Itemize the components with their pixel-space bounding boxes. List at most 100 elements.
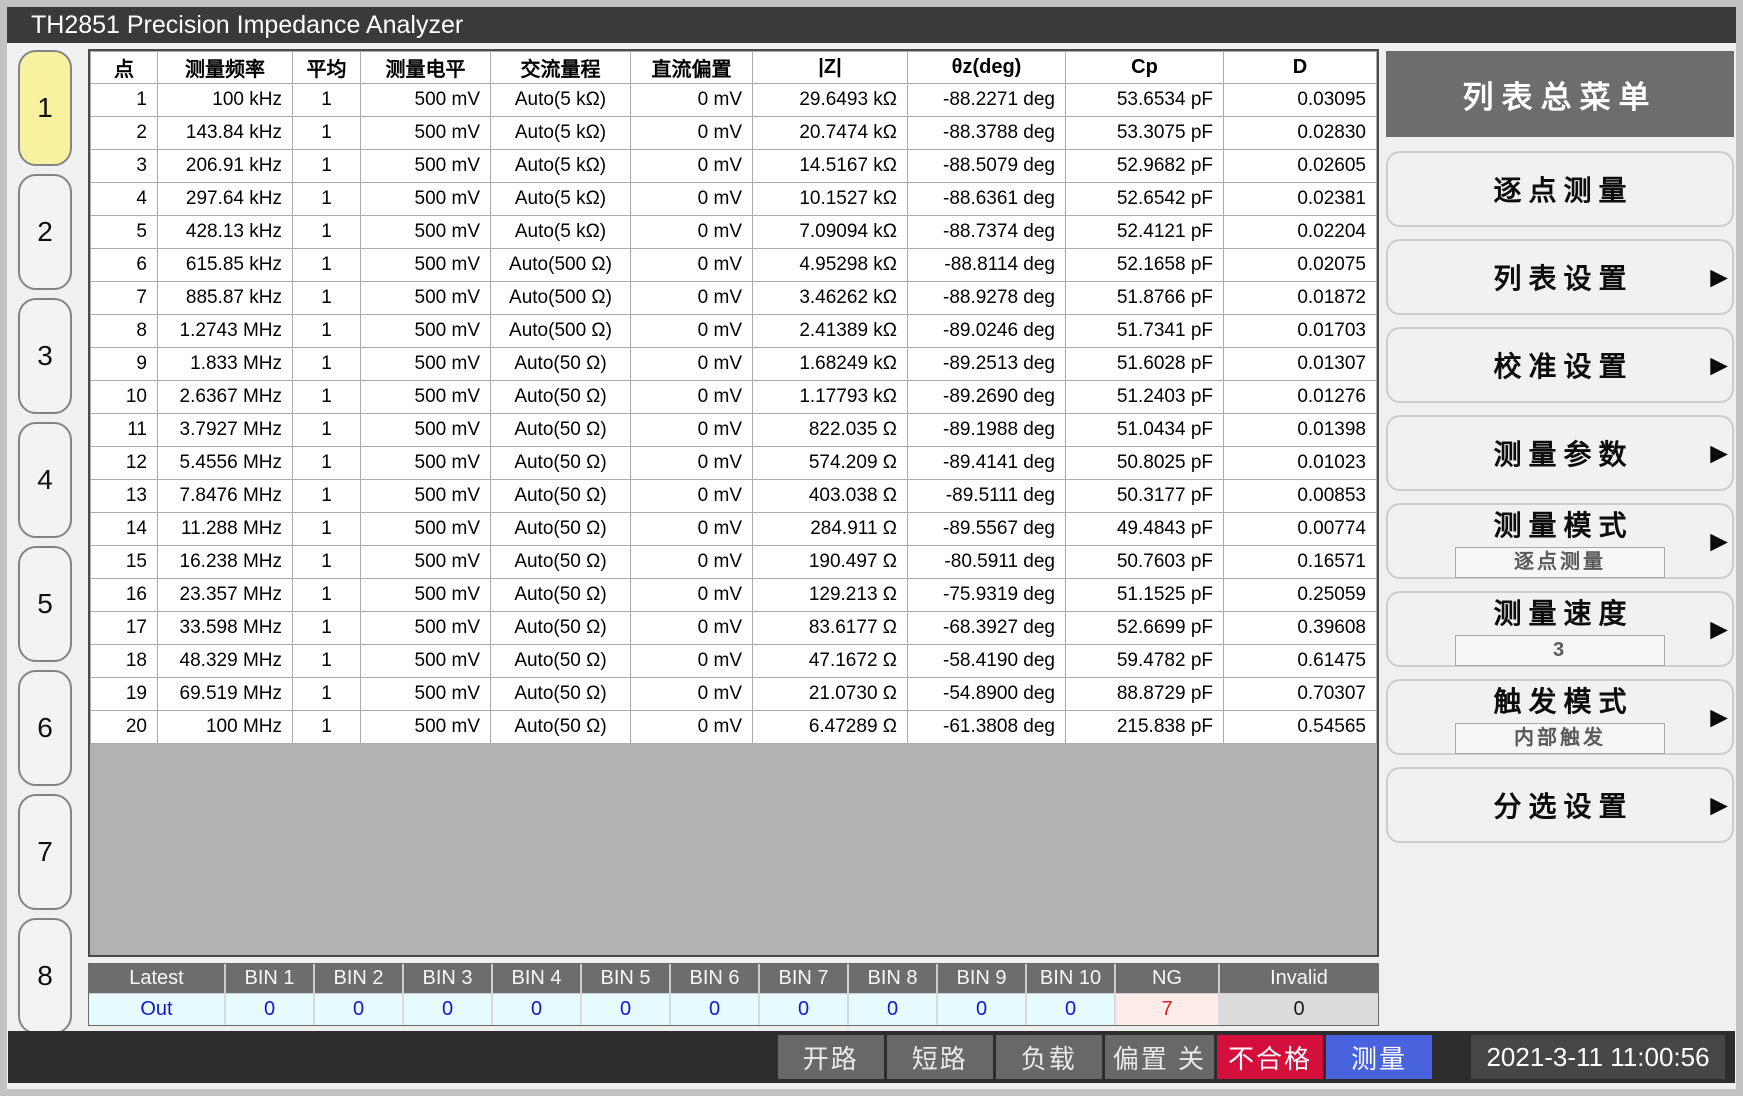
data-cell: 14.5167 kΩ — [753, 150, 908, 183]
data-cell: 50.8025 pF — [1066, 447, 1224, 480]
status-load-correction-button[interactable]: 负载 — [996, 1035, 1102, 1079]
arrow-right-icon: ▶ — [1710, 440, 1728, 467]
data-cell: 0.16571 — [1224, 546, 1377, 579]
table-row: 20100 MHz1500 mVAuto(50 Ω)0 mV6.47289 Ω-… — [91, 711, 1377, 744]
data-cell: 822.035 Ω — [753, 414, 908, 447]
data-cell: -89.1988 deg — [908, 414, 1066, 447]
point-cell[interactable]: 17 — [91, 612, 158, 645]
data-cell: 190.497 Ω — [753, 546, 908, 579]
data-cell: -88.9278 deg — [908, 282, 1066, 315]
menu-trigger-mode-button[interactable]: 触发模式内部触发▶ — [1386, 679, 1734, 755]
data-cell: 0 mV — [631, 84, 753, 117]
bin-header: NG — [1115, 964, 1219, 994]
menu-list-setup-button[interactable]: 列表设置▶ — [1386, 239, 1734, 315]
point-cell[interactable]: 1 — [91, 84, 158, 117]
data-cell: 4.95298 kΩ — [753, 249, 908, 282]
menu-label: 分选设置 — [1486, 785, 1633, 825]
bin-header: BIN 8 — [848, 964, 937, 994]
status-measure-button[interactable]: 测量 — [1326, 1035, 1432, 1079]
data-cell: Auto(50 Ω) — [491, 546, 631, 579]
menu-label: 测量模式 — [1486, 504, 1633, 544]
menu-meas-speed-button[interactable]: 测量速度3▶ — [1386, 591, 1734, 667]
column-header: |Z| — [753, 52, 908, 84]
point-cell[interactable]: 20 — [91, 711, 158, 744]
point-cell[interactable]: 8 — [91, 315, 158, 348]
data-cell: Auto(50 Ω) — [491, 348, 631, 381]
data-cell: 1 — [293, 183, 361, 216]
point-cell[interactable]: 16 — [91, 579, 158, 612]
bin-header: BIN 7 — [759, 964, 848, 994]
data-cell: 0.01023 — [1224, 447, 1377, 480]
data-cell: 0.01398 — [1224, 414, 1377, 447]
point-cell[interactable]: 12 — [91, 447, 158, 480]
data-cell: 1 — [293, 348, 361, 381]
table-row: 1733.598 MHz1500 mVAuto(50 Ω)0 mV83.6177… — [91, 612, 1377, 645]
bin-header: BIN 9 — [937, 964, 1026, 994]
page-tab-7[interactable]: 7 — [18, 794, 72, 910]
status-open-correction-button[interactable]: 开路 — [778, 1035, 884, 1079]
point-cell[interactable]: 10 — [91, 381, 158, 414]
page-tab-column: 12345678 — [11, 43, 85, 1042]
data-cell: 500 mV — [361, 249, 491, 282]
data-cell: 500 mV — [361, 414, 491, 447]
data-cell: 500 mV — [361, 447, 491, 480]
page-tab-8[interactable]: 8 — [18, 918, 72, 1034]
bin-value: 0 — [848, 994, 937, 1026]
data-cell: Auto(50 Ω) — [491, 414, 631, 447]
data-cell: 7.8476 MHz — [158, 480, 293, 513]
data-cell: 11.288 MHz — [158, 513, 293, 546]
data-cell: 215.838 pF — [1066, 711, 1224, 744]
page-tab-1[interactable]: 1 — [18, 50, 72, 166]
data-cell: 83.6177 Ω — [753, 612, 908, 645]
page-tab-4[interactable]: 4 — [18, 422, 72, 538]
data-cell: -89.2690 deg — [908, 381, 1066, 414]
point-cell[interactable]: 7 — [91, 282, 158, 315]
page-tab-2[interactable]: 2 — [18, 174, 72, 290]
data-cell: Auto(5 kΩ) — [491, 183, 631, 216]
point-cell[interactable]: 9 — [91, 348, 158, 381]
data-cell: -89.2513 deg — [908, 348, 1066, 381]
status-bias-off-button[interactable]: 偏置 关 — [1105, 1035, 1214, 1079]
menu-point-measure-button[interactable]: 逐点测量 — [1386, 151, 1734, 227]
point-cell[interactable]: 2 — [91, 117, 158, 150]
point-cell[interactable]: 15 — [91, 546, 158, 579]
column-header: 交流量程 — [491, 52, 631, 84]
point-cell[interactable]: 11 — [91, 414, 158, 447]
data-cell: 50.7603 pF — [1066, 546, 1224, 579]
page-tab-6[interactable]: 6 — [18, 670, 72, 786]
data-cell: 0.54565 — [1224, 711, 1377, 744]
data-cell: 51.2403 pF — [1066, 381, 1224, 414]
measurement-table-region: 点测量频率平均测量电平交流量程直流偏置|Z|θz(deg)CpD 1100 kH… — [88, 49, 1379, 957]
point-cell[interactable]: 19 — [91, 678, 158, 711]
menu-meas-param-button[interactable]: 测量参数▶ — [1386, 415, 1734, 491]
status-short-correction-button[interactable]: 短路 — [887, 1035, 993, 1079]
table-row: 102.6367 MHz1500 mVAuto(50 Ω)0 mV1.17793… — [91, 381, 1377, 414]
data-cell: -89.5111 deg — [908, 480, 1066, 513]
point-cell[interactable]: 13 — [91, 480, 158, 513]
point-cell[interactable]: 6 — [91, 249, 158, 282]
point-cell[interactable]: 5 — [91, 216, 158, 249]
data-cell: 10.1527 kΩ — [753, 183, 908, 216]
menu-meas-mode-button[interactable]: 测量模式逐点测量▶ — [1386, 503, 1734, 579]
page-tab-5[interactable]: 5 — [18, 546, 72, 662]
menu-cal-setup-button[interactable]: 校准设置▶ — [1386, 327, 1734, 403]
data-cell: 0.02204 — [1224, 216, 1377, 249]
point-cell[interactable]: 18 — [91, 645, 158, 678]
column-header: 点 — [91, 52, 158, 84]
point-cell[interactable]: 14 — [91, 513, 158, 546]
table-row: 3206.91 kHz1500 mVAuto(5 kΩ)0 mV14.5167 … — [91, 150, 1377, 183]
menu-label: 测量速度 — [1486, 592, 1633, 632]
arrow-right-icon: ▶ — [1710, 792, 1728, 819]
table-row: 4297.64 kHz1500 mVAuto(5 kΩ)0 mV10.1527 … — [91, 183, 1377, 216]
data-cell: Auto(50 Ω) — [491, 513, 631, 546]
data-cell: Auto(5 kΩ) — [491, 150, 631, 183]
point-cell[interactable]: 3 — [91, 150, 158, 183]
bin-value: 7 — [1115, 994, 1219, 1026]
column-header: 直流偏置 — [631, 52, 753, 84]
status-fail-button[interactable]: 不合格 — [1217, 1035, 1323, 1079]
point-cell[interactable]: 4 — [91, 183, 158, 216]
data-cell: 1 — [293, 447, 361, 480]
data-cell: 0.03095 — [1224, 84, 1377, 117]
page-tab-3[interactable]: 3 — [18, 298, 72, 414]
menu-sort-setup-button[interactable]: 分选设置 ▶ — [1386, 767, 1734, 843]
